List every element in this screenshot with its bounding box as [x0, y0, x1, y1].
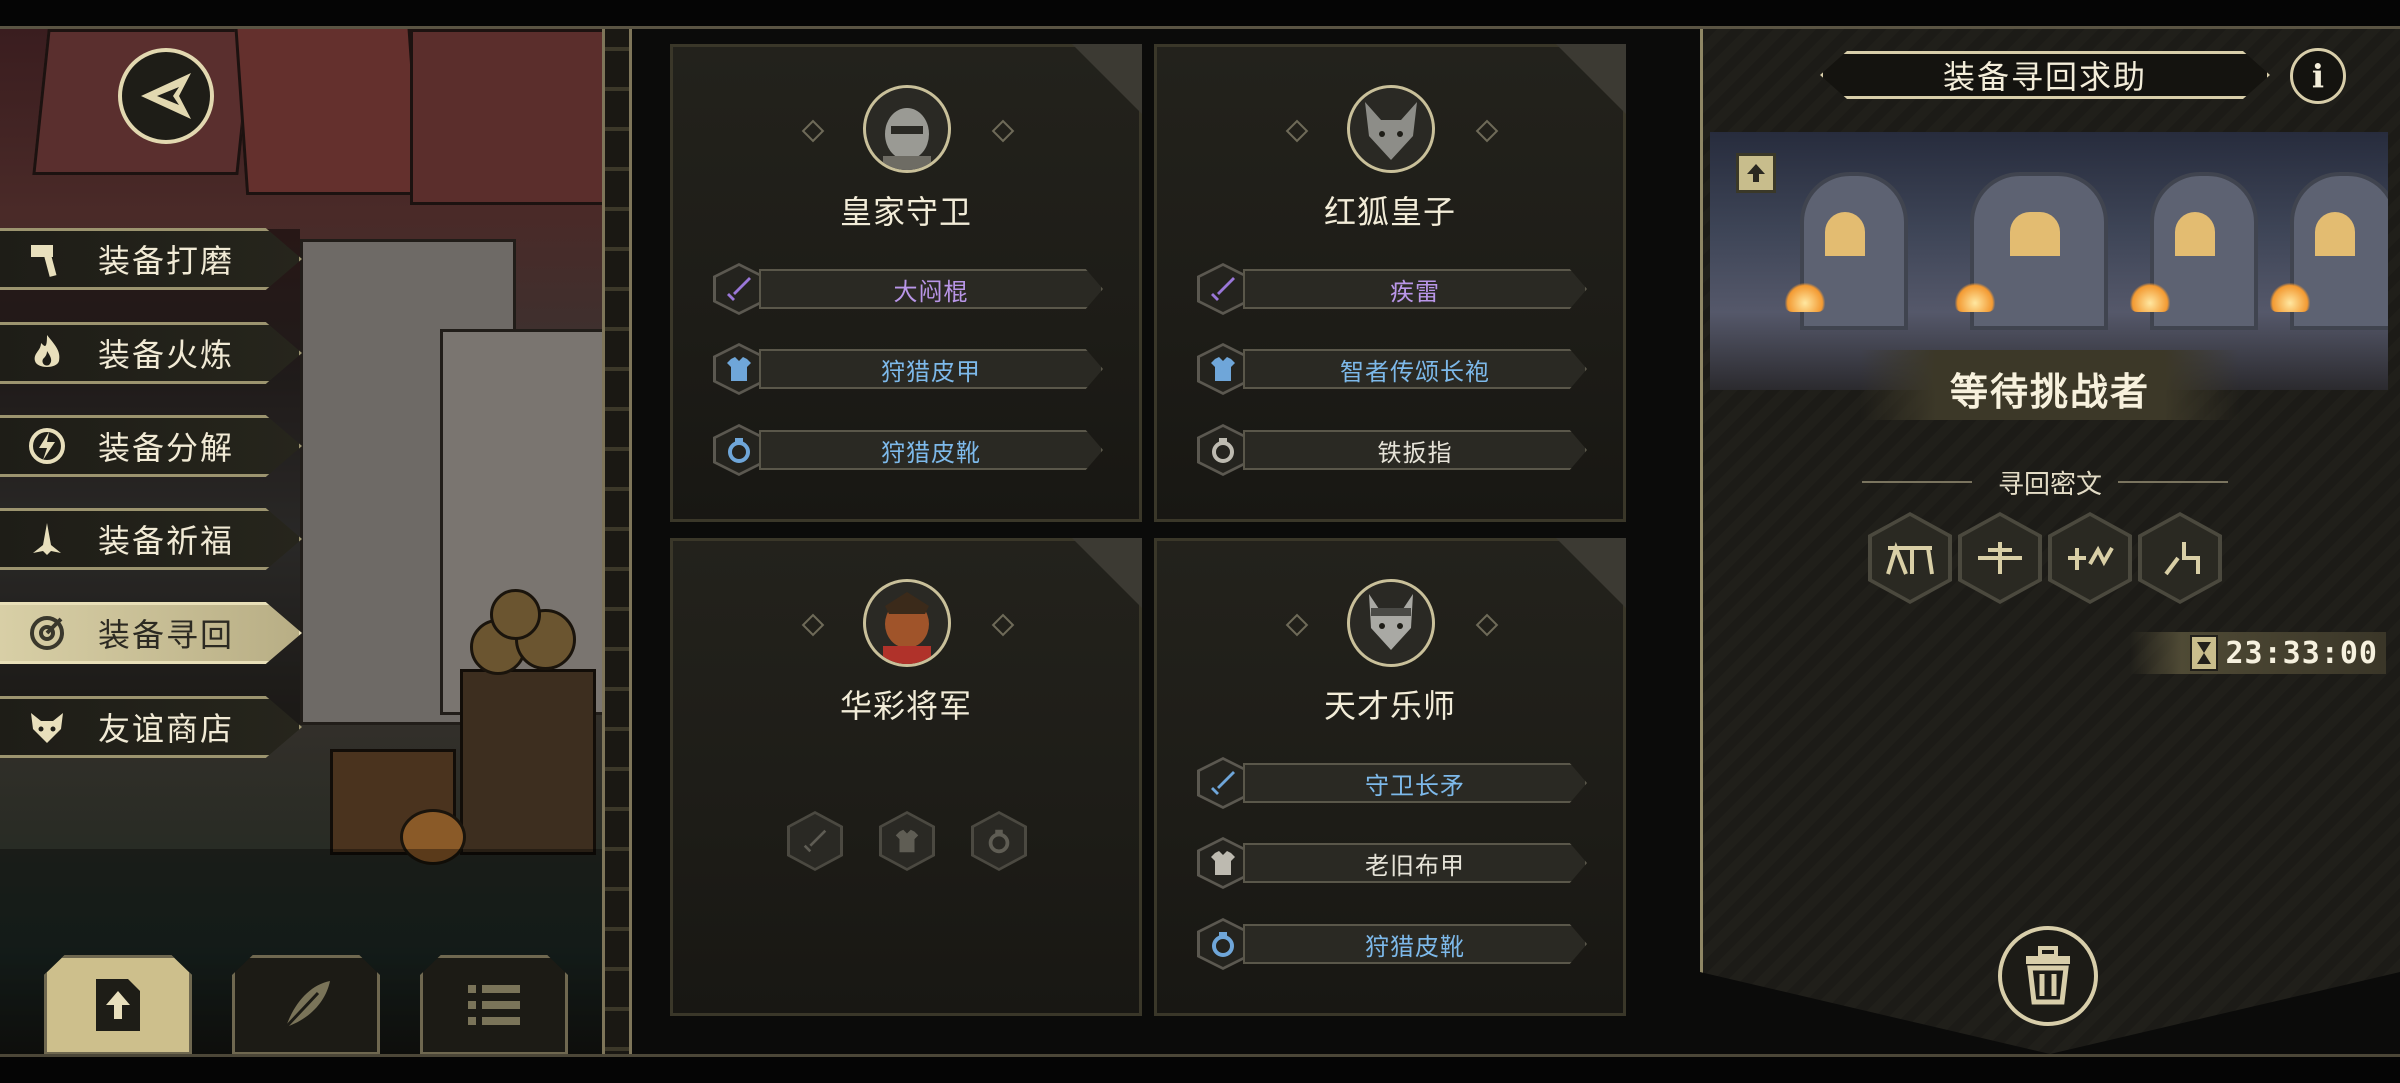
left-panel-divider — [602, 29, 632, 1054]
rune-4-icon — [2164, 542, 2200, 576]
card-corner — [1556, 44, 1626, 114]
menu-label: 装备祈福 — [98, 522, 235, 560]
equipment-name: 老旧布甲 — [1243, 843, 1587, 883]
fox-icon — [24, 704, 70, 750]
back-arrow-icon — [141, 73, 191, 119]
equipment-name: 智者传颂长袍 — [1243, 349, 1587, 389]
menu-label: 友谊商店 — [98, 710, 235, 748]
menu-item-fire[interactable]: 装备火炼 — [0, 322, 302, 384]
hero-card[interactable]: 红狐皇子 疾雷 智者传颂长袍 铁扳指 — [1154, 44, 1626, 522]
weapon-icon — [713, 263, 765, 315]
upload-icon — [96, 979, 140, 1031]
pray-icon — [24, 516, 70, 562]
hero-card[interactable]: 天才乐师 守卫长矛 老旧布甲 狩猎皮靴 — [1154, 538, 1626, 1016]
info-button[interactable]: i — [2290, 48, 2346, 104]
armor-icon — [895, 829, 919, 853]
feather-tab-button[interactable] — [232, 955, 380, 1055]
general-portrait — [863, 579, 951, 667]
card-corner — [1072, 538, 1142, 608]
equipment-name: 守卫长矛 — [1243, 763, 1587, 803]
card-corner — [1556, 538, 1626, 608]
target-icon — [24, 610, 70, 656]
ring-icon — [988, 829, 1010, 854]
equipment-row[interactable]: 大闷棍 — [713, 263, 1113, 315]
weapon-icon — [1197, 263, 1249, 315]
equipment-name: 铁扳指 — [1243, 430, 1587, 470]
equipment-name: 狩猎皮靴 — [759, 430, 1103, 470]
bottom-trim — [0, 1054, 2400, 1083]
rune-2-icon — [1978, 542, 2022, 574]
equipment-row[interactable]: 铁扳指 — [1197, 424, 1597, 476]
menu-item-bless[interactable]: 装备祈福 — [0, 508, 302, 570]
armor-icon — [1197, 837, 1249, 889]
knight-portrait — [863, 85, 951, 173]
cipher-label: 寻回密文 — [1997, 469, 2102, 500]
equipment-row[interactable]: 守卫长矛 — [1197, 757, 1597, 809]
delete-button[interactable] — [1998, 926, 2098, 1026]
equipment-name: 狩猎皮靴 — [1243, 924, 1587, 964]
menu-label: 装备打磨 — [98, 242, 235, 280]
menu-label: 装备寻回 — [98, 616, 235, 654]
ring-icon — [1197, 424, 1249, 476]
list-icon — [468, 985, 520, 1025]
hero-card[interactable]: 皇家守卫 大闷棍 狩猎皮甲 狩猎皮靴 — [670, 44, 1142, 522]
upload-tab-button[interactable] — [44, 955, 192, 1055]
empty-armor-slot[interactable] — [879, 811, 935, 871]
rune-3-icon — [2068, 545, 2114, 570]
equipment-name: 大闷棍 — [759, 269, 1103, 309]
menu-item-polish[interactable]: 装备打磨 — [0, 228, 302, 290]
menu-label: 装备火炼 — [98, 336, 235, 374]
lightning-icon — [24, 423, 70, 469]
ring-icon — [1197, 918, 1249, 970]
trash-icon — [2026, 946, 2070, 1005]
flame-icon — [24, 330, 70, 376]
menu-label: 装备分解 — [98, 429, 235, 467]
ring-icon — [713, 424, 765, 476]
hero-name: 天才乐师 — [1323, 687, 1456, 725]
empty-ring-slot[interactable] — [971, 811, 1027, 871]
armor-icon — [713, 343, 765, 395]
countdown-timer: 23:33:00 — [2130, 632, 2386, 674]
hero-name: 红狐皇子 — [1323, 193, 1456, 231]
equipment-name: 狩猎皮甲 — [759, 349, 1103, 389]
wolf-portrait — [1347, 579, 1435, 667]
hammer-icon — [24, 236, 70, 282]
share-upload-button[interactable] — [1736, 153, 1776, 193]
equipment-row[interactable]: 智者传颂长袍 — [1197, 343, 1597, 395]
timer-text: 23:33:00 — [2225, 635, 2378, 671]
menu-item-dismantle[interactable]: 装备分解 — [0, 415, 302, 477]
back-button[interactable] — [118, 48, 214, 144]
menu-item-friend-shop[interactable]: 友谊商店 — [0, 696, 302, 758]
equipment-name: 疾雷 — [1243, 269, 1587, 309]
hourglass-icon — [2189, 635, 2218, 671]
equipment-row[interactable]: 狩猎皮靴 — [713, 424, 1113, 476]
equipment-row[interactable]: 老旧布甲 — [1197, 837, 1597, 889]
equipment-row[interactable]: 狩猎皮甲 — [713, 343, 1113, 395]
weapon-icon — [1197, 757, 1249, 809]
top-trim — [0, 0, 2400, 29]
equipment-row[interactable]: 狩猎皮靴 — [1197, 918, 1597, 970]
status-text: 等待挑战者 — [1949, 369, 2150, 414]
hero-name: 皇家守卫 — [839, 193, 972, 231]
panel-title: 装备寻回求助 — [1820, 51, 2270, 99]
hero-name: 华彩将军 — [839, 687, 972, 725]
equipment-row[interactable]: 疾雷 — [1197, 263, 1597, 315]
rune-1-icon — [1886, 541, 1934, 575]
fox-portrait — [1347, 85, 1435, 173]
feather-icon — [284, 981, 330, 1029]
empty-weapon-slot[interactable] — [787, 811, 843, 871]
list-tab-button[interactable] — [420, 955, 568, 1055]
card-corner — [1072, 44, 1142, 114]
weapon-icon — [803, 829, 827, 853]
menu-item-retrieve[interactable]: 装备寻回 — [0, 602, 302, 664]
armor-icon — [1197, 343, 1249, 395]
hero-card[interactable]: 华彩将军 — [670, 538, 1142, 1016]
upload-icon — [1747, 164, 1765, 182]
